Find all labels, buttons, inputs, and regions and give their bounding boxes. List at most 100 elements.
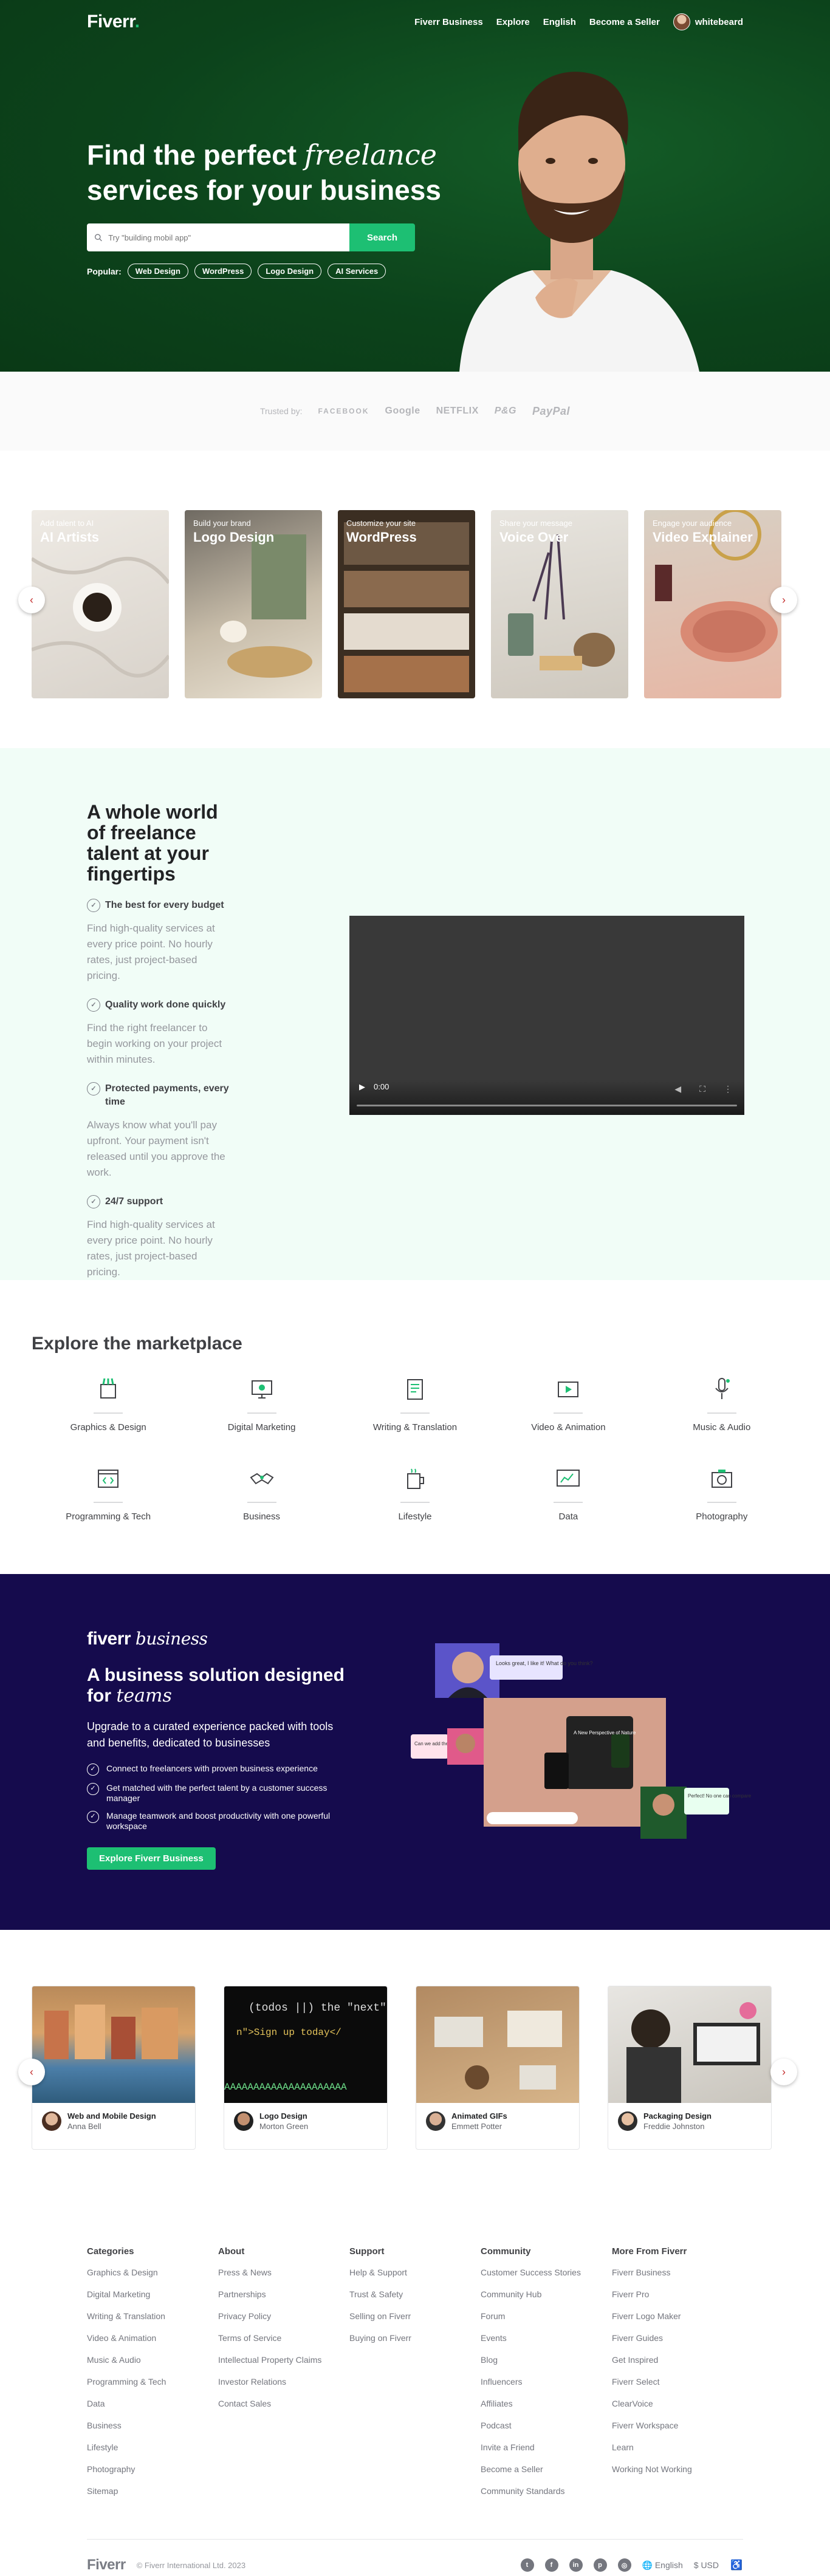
footer-link[interactable]: Terms of Service [218, 2333, 349, 2343]
service-card[interactable]: Customize your site WordPress [338, 510, 475, 698]
footer-link[interactable]: Help & Support [349, 2268, 481, 2277]
popular-tag[interactable]: AI Services [328, 264, 386, 279]
footer-link[interactable]: Influencers [481, 2377, 612, 2387]
project-card[interactable]: (todos ||) the "next" n">Sign up today</ A… [224, 1986, 388, 2150]
footer-link[interactable]: Fiverr Select [612, 2377, 743, 2387]
footer-link[interactable]: Affiliates [481, 2399, 612, 2408]
service-card[interactable]: Add talent to AI AI Artists [32, 510, 169, 698]
footer-link[interactable]: Photography [87, 2464, 218, 2474]
accessibility-icon[interactable]: ♿ [730, 2558, 743, 2572]
more-icon[interactable]: ⋮ [724, 1084, 732, 1094]
footer-link[interactable]: Fiverr Guides [612, 2333, 743, 2343]
footer-link[interactable]: Fiverr Logo Maker [612, 2311, 743, 2321]
footer-link[interactable]: Lifestyle [87, 2442, 218, 2452]
footer-link[interactable]: Intellectual Property Claims [218, 2355, 349, 2365]
footer-link[interactable]: Fiverr Business [612, 2268, 743, 2277]
footer-link[interactable]: Get Inspired [612, 2355, 743, 2365]
nav-link-fiverr-business[interactable]: Fiverr Business [414, 17, 483, 27]
footer-link[interactable]: Podcast [481, 2421, 612, 2430]
category-music-audio[interactable]: Music & Audio [645, 1375, 798, 1433]
footer-link[interactable]: Forum [481, 2311, 612, 2321]
carousel-next-button[interactable]: › [770, 2059, 797, 2085]
footer-link[interactable]: Trust & Safety [349, 2289, 481, 2299]
category-graphics-design[interactable]: Graphics & Design [32, 1375, 185, 1433]
footer-link[interactable]: Programming & Tech [87, 2377, 218, 2387]
category-photography[interactable]: Photography [645, 1464, 798, 1522]
category-lifestyle[interactable]: Lifestyle [338, 1464, 492, 1522]
footer-link[interactable]: Investor Relations [218, 2377, 349, 2387]
freelancer-name[interactable]: Morton Green [259, 2122, 308, 2131]
footer-link[interactable]: Invite a Friend [481, 2442, 612, 2452]
search-input[interactable] [108, 233, 349, 242]
footer-link[interactable]: Events [481, 2333, 612, 2343]
popular-tag[interactable]: Web Design [127, 264, 188, 279]
footer-link[interactable]: Data [87, 2399, 218, 2408]
facebook-icon[interactable]: f [544, 2558, 558, 2572]
carousel-next-button[interactable]: › [770, 587, 797, 613]
carousel-prev-button[interactable]: ‹ [18, 2059, 45, 2085]
footer-link[interactable]: Video & Animation [87, 2333, 218, 2343]
nav-link-language[interactable]: English [543, 17, 576, 27]
footer-link[interactable]: Working Not Working [612, 2464, 743, 2474]
service-card[interactable]: Share your message Voice Over [491, 510, 628, 698]
footer-link[interactable]: Learn [612, 2442, 743, 2452]
carousel-prev-button[interactable]: ‹ [18, 587, 45, 613]
project-card[interactable]: Packaging Design Freddie Johnston [608, 1986, 772, 2150]
nav-link-explore[interactable]: Explore [496, 17, 530, 27]
footer-link[interactable]: Graphics & Design [87, 2268, 218, 2277]
play-icon[interactable]: ▶ [359, 1082, 365, 1092]
footer-link[interactable]: ClearVoice [612, 2399, 743, 2408]
footer-link[interactable]: Privacy Policy [218, 2311, 349, 2321]
volume-icon[interactable]: ◀ [674, 1084, 681, 1094]
footer-link[interactable]: Become a Seller [481, 2464, 612, 2474]
pinterest-icon[interactable]: p [593, 2558, 607, 2572]
video-progress-bar[interactable] [357, 1105, 737, 1106]
category-label: Graphics & Design [70, 1422, 146, 1433]
linkedin-icon[interactable]: in [569, 2558, 583, 2572]
category-data[interactable]: Data [492, 1464, 645, 1522]
project-card[interactable]: Animated GIFs Emmett Potter [416, 1986, 580, 2150]
footer-link[interactable]: Digital Marketing [87, 2289, 218, 2299]
twitter-icon[interactable]: t [520, 2558, 534, 2572]
fiverr-logo[interactable]: Fiverr. [87, 12, 140, 32]
category-digital-marketing[interactable]: Digital Marketing [185, 1375, 338, 1433]
footer-link[interactable]: Music & Audio [87, 2355, 218, 2365]
footer-link[interactable]: Fiverr Pro [612, 2289, 743, 2299]
service-card[interactable]: Engage your audience Video Explainer [644, 510, 781, 698]
footer-link[interactable]: Customer Success Stories [481, 2268, 612, 2277]
footer-link[interactable]: Fiverr Workspace [612, 2421, 743, 2430]
popular-tag[interactable]: Logo Design [258, 264, 322, 279]
freelancer-name[interactable]: Anna Bell [67, 2122, 156, 2131]
user-menu[interactable]: whitebeard [673, 13, 743, 30]
footer-link[interactable]: Writing & Translation [87, 2311, 218, 2321]
category-business[interactable]: Business [185, 1464, 338, 1522]
footer-link[interactable]: Community Hub [481, 2289, 612, 2299]
footer-link[interactable]: Contact Sales [218, 2399, 349, 2408]
footer-link[interactable]: Partnerships [218, 2289, 349, 2299]
nav-link-become-seller[interactable]: Become a Seller [589, 17, 660, 27]
currency-selector[interactable]: $ USD [694, 2560, 719, 2570]
language-selector[interactable]: 🌐 English [642, 2560, 683, 2571]
footer-link[interactable]: Sitemap [87, 2486, 218, 2496]
footer-link[interactable]: Blog [481, 2355, 612, 2365]
footer-link[interactable]: Business [87, 2421, 218, 2430]
popular-tag[interactable]: WordPress [194, 264, 252, 279]
freelancer-name[interactable]: Emmett Potter [451, 2122, 507, 2131]
project-card[interactable]: Web and Mobile Design Anna Bell [32, 1986, 196, 2150]
fullscreen-icon[interactable]: ⛶ [699, 1084, 705, 1094]
footer-link[interactable]: Press & News [218, 2268, 349, 2277]
footer-logo[interactable]: Fiverr [87, 2557, 126, 2574]
footer-link[interactable]: Community Standards [481, 2486, 612, 2496]
category-programming-tech[interactable]: Programming & Tech [32, 1464, 185, 1522]
category-label: Photography [696, 1511, 748, 1522]
explore-business-button[interactable]: Explore Fiverr Business [87, 1847, 216, 1870]
freelancer-name[interactable]: Freddie Johnston [643, 2122, 712, 2131]
category-video-animation[interactable]: Video & Animation [492, 1375, 645, 1433]
instagram-icon[interactable]: ◎ [617, 2558, 631, 2572]
video-player[interactable]: ▶ 0:00 ◀ ⛶ ⋮ [349, 916, 744, 1115]
footer-link[interactable]: Buying on Fiverr [349, 2333, 481, 2343]
service-card[interactable]: Build your brand Logo Design [185, 510, 322, 698]
footer-link[interactable]: Selling on Fiverr [349, 2311, 481, 2321]
category-writing-translation[interactable]: Writing & Translation [338, 1375, 492, 1433]
search-button[interactable]: Search [349, 223, 415, 251]
